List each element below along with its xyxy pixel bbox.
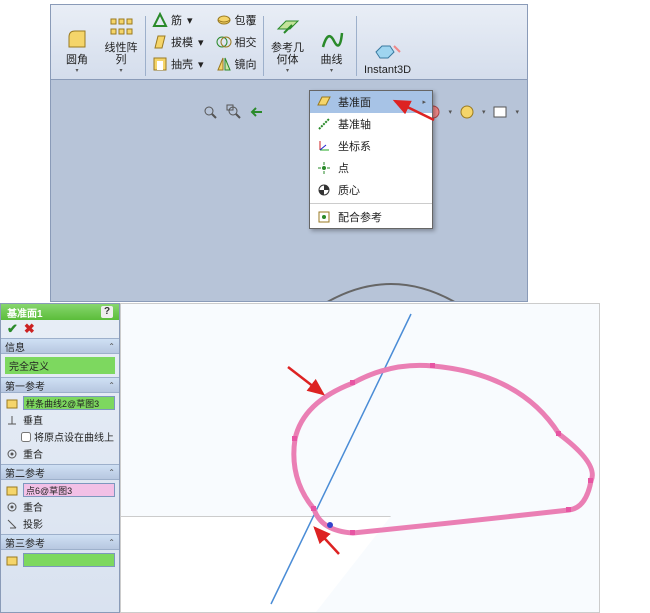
linear-pattern-button[interactable]: 线性阵 列 ▾	[99, 8, 143, 76]
perpendicular-label[interactable]: 垂直	[23, 412, 43, 427]
coincident-icon	[5, 500, 19, 514]
materef-icon	[316, 209, 332, 225]
origin-on-curve-checkbox[interactable]	[21, 432, 31, 442]
instant3d-button[interactable]: Instant3D	[359, 34, 417, 76]
collapse-icon[interactable]: ⌃	[108, 381, 115, 390]
origin-on-curve-label: 将原点设在曲线上	[34, 429, 114, 444]
info-header: 信息	[5, 339, 25, 354]
menu-item-axis[interactable]: 基准轴	[310, 113, 432, 135]
mirror-button[interactable]: 镜向	[212, 54, 261, 74]
rib-button[interactable]: 筋 ▾	[148, 10, 208, 30]
coincident-label-2[interactable]: 重合	[23, 499, 43, 514]
collapse-icon[interactable]: ⌃	[108, 538, 115, 547]
viewport-svg	[121, 304, 600, 613]
selection-icon	[5, 483, 19, 497]
wrap-icon	[216, 12, 232, 28]
curves-icon	[319, 26, 345, 52]
help-icon[interactable]: ?	[101, 306, 113, 318]
project-icon	[5, 517, 19, 531]
menu-item-materef[interactable]: 配合参考	[310, 206, 432, 228]
chevron-down-icon: ▾	[286, 68, 289, 74]
collapse-icon[interactable]: ⌃	[108, 468, 115, 477]
chevron-down-icon: ▾	[198, 36, 204, 49]
third-reference-field[interactable]	[23, 553, 115, 567]
plane-icon	[316, 94, 332, 110]
draft-button[interactable]: 拔模 ▾	[148, 32, 208, 52]
linear-pattern-icon	[108, 14, 134, 40]
screenshot-top: 圆角 ▾ 线性阵 列 ▾ 筋 ▾ 拔模 ▾	[50, 4, 528, 302]
view-right-toolbar: ▾ ▾ ▾	[424, 103, 519, 121]
fillet-button[interactable]: 圆角 ▾	[55, 8, 99, 76]
first-reference-field[interactable]: 样条曲线2@草图3	[23, 396, 115, 410]
arc-sketch	[251, 249, 528, 302]
second-reference-header: 第二参考	[5, 465, 45, 480]
project-label[interactable]: 投影	[23, 516, 43, 531]
chevron-down-icon: ▾	[75, 68, 78, 74]
first-reference-header: 第一参考	[5, 378, 45, 393]
property-panel: 基准面1 ? ✔ ✖ 信息 ⌃ 完全定义 第一参考 ⌃ 样条曲线2@草图3 垂直 将…	[0, 303, 120, 613]
zoom-fit-icon[interactable]	[201, 103, 219, 121]
intersect-button[interactable]: 相交	[212, 32, 261, 52]
chevron-down-icon: ▾	[119, 68, 122, 74]
fillet-icon	[64, 26, 90, 52]
coordsys-icon	[316, 138, 332, 154]
coincident-label[interactable]: 重合	[23, 446, 43, 461]
perpendicular-icon	[5, 413, 19, 427]
chevron-down-icon: ▾	[198, 58, 204, 71]
screenshot-bottom: 基准面1 ? ✔ ✖ 信息 ⌃ 完全定义 第一参考 ⌃ 样条曲线2@草图3 垂直 将…	[0, 303, 600, 613]
axis-icon	[316, 116, 332, 132]
chevron-down-icon: ▾	[187, 14, 193, 27]
spline-curve	[294, 365, 592, 533]
prev-view-icon[interactable]	[249, 103, 267, 121]
viewport-3d[interactable]	[120, 303, 600, 613]
centermass-icon	[316, 182, 332, 198]
instant3d-icon	[374, 42, 402, 64]
third-reference-header: 第三参考	[5, 535, 45, 550]
curves-button[interactable]: 曲线 ▾	[310, 8, 354, 76]
chevron-down-icon[interactable]: ▾	[482, 108, 486, 116]
intersect-icon	[216, 34, 232, 50]
zoom-area-icon[interactable]	[225, 103, 243, 121]
collapse-icon[interactable]: ⌃	[108, 342, 115, 351]
draft-icon	[152, 34, 168, 50]
panel-title: 基准面1 ?	[1, 304, 119, 320]
mirror-icon	[216, 56, 232, 72]
menu-item-point[interactable]: 点	[310, 157, 432, 179]
coincident-icon	[5, 447, 19, 461]
reference-geometry-menu: 基准面 ▸ 基准轴 坐标系 点 质心 配合参考	[309, 90, 433, 229]
menu-item-centermass[interactable]: 质心	[310, 179, 432, 201]
menu-item-plane[interactable]: 基准面 ▸	[310, 91, 432, 113]
chevron-down-icon[interactable]: ▾	[515, 108, 519, 116]
point-icon	[316, 160, 332, 176]
reference-geometry-icon	[275, 14, 301, 40]
selection-icon	[5, 553, 19, 567]
display-style-icon[interactable]	[491, 103, 509, 121]
viewport-area-top: ▾ ▾ ▾	[51, 81, 527, 301]
wrap-button[interactable]: 包覆	[212, 10, 261, 30]
shell-button[interactable]: 抽壳 ▾	[148, 54, 208, 74]
ok-button[interactable]: ✔	[7, 321, 18, 337]
ribbon-toolbar: 圆角 ▾ 线性阵 列 ▾ 筋 ▾ 拔模 ▾	[51, 5, 527, 80]
reference-geometry-button[interactable]: 参考几 何体 ▾	[266, 8, 310, 76]
status-fully-defined: 完全定义	[5, 357, 115, 374]
selection-icon	[5, 396, 19, 410]
chevron-down-icon[interactable]: ▾	[448, 108, 452, 116]
chevron-right-icon: ▸	[422, 98, 426, 106]
menu-item-coordsys[interactable]: 坐标系	[310, 135, 432, 157]
chevron-down-icon: ▾	[330, 68, 333, 74]
intersect-point	[327, 522, 333, 528]
cancel-button[interactable]: ✖	[24, 321, 35, 337]
scene-icon[interactable]	[458, 103, 476, 121]
shell-icon	[152, 56, 168, 72]
view-quick-toolbar	[201, 103, 267, 121]
second-reference-field[interactable]: 点6@草图3	[23, 483, 115, 497]
rib-icon	[152, 12, 168, 28]
